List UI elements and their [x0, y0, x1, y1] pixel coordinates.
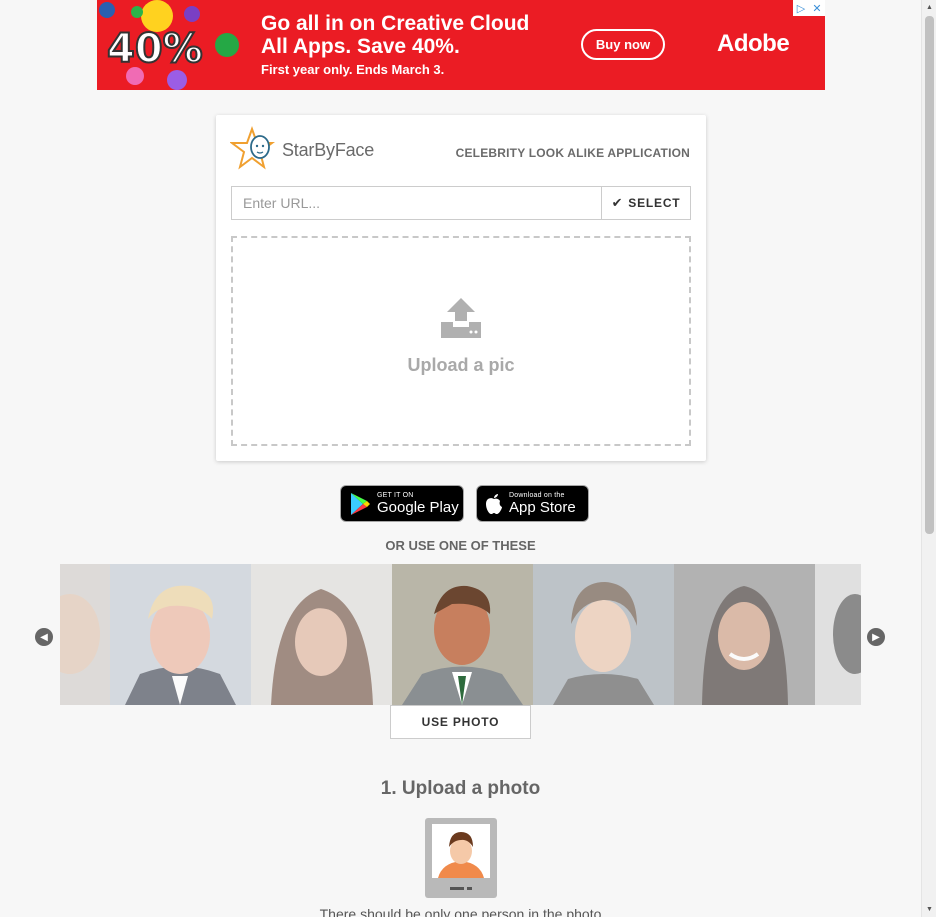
scroll-down-icon[interactable]: ▼: [922, 902, 936, 917]
svg-text:40%: 40%: [107, 26, 203, 72]
upload-label: Upload a pic: [407, 355, 515, 375]
ad-controls: ▷ ✕: [793, 0, 825, 16]
sample-photo[interactable]: [815, 564, 861, 705]
chevron-right-icon[interactable]: ▶: [867, 628, 885, 646]
logo-text: StarByFace: [282, 139, 375, 160]
sample-photo[interactable]: [251, 564, 392, 705]
select-button[interactable]: ✔ SELECT: [601, 186, 691, 220]
sample-photo[interactable]: [60, 564, 110, 705]
ad-subline: First year only. Ends March 3.: [261, 62, 445, 77]
adchoices-icon[interactable]: ▷: [793, 0, 809, 16]
close-icon[interactable]: ✕: [809, 0, 825, 16]
sample-photo-carousel: [60, 564, 861, 705]
sample-photo[interactable]: [533, 564, 674, 705]
ad-artwork: 40%: [99, 0, 239, 90]
step1-description: There should be only one person in the p…: [319, 906, 602, 917]
ad-headline: Go all in on Creative Cloud All Apps. Sa…: [261, 12, 530, 58]
ad-buy-now-button[interactable]: Buy now: [581, 29, 665, 60]
site-logo[interactable]: StarByFace: [230, 125, 374, 175]
use-photo-button[interactable]: USE PHOTO: [390, 705, 531, 739]
upload-card: StarByFace CELEBRITY LOOK ALIKE APPLICAT…: [216, 115, 706, 461]
id-photo-icon: [425, 818, 497, 898]
ad-banner[interactable]: 40% Go all in on Creative Cloud All Apps…: [97, 0, 825, 90]
sample-photo[interactable]: [674, 564, 815, 705]
carousel-heading: OR USE ONE OF THESE: [385, 538, 536, 553]
scroll-up-icon[interactable]: ▲: [922, 0, 936, 15]
upload-dropzone[interactable]: Upload a pic: [231, 236, 691, 446]
sample-photo-selected[interactable]: [392, 564, 533, 705]
sample-photo[interactable]: [110, 564, 251, 705]
page-scrollbar[interactable]: ▲ ▼: [921, 0, 936, 917]
check-icon: ✔: [611, 195, 624, 210]
google-play-icon: [351, 492, 370, 515]
ad-brand-logo: Adobe: [717, 30, 790, 57]
app-store-badge[interactable]: Download on the App Store: [476, 485, 589, 522]
app-tagline: CELEBRITY LOOK ALIKE APPLICATION: [455, 146, 690, 160]
step1-title: 1. Upload a photo: [380, 778, 541, 799]
upload-icon: [441, 298, 481, 338]
star-face-logo-icon: [230, 126, 275, 170]
url-input[interactable]: [231, 186, 602, 220]
google-play-badge[interactable]: GET IT ON Google Play: [340, 485, 464, 522]
scrollbar-thumb[interactable]: [925, 16, 934, 534]
chevron-left-icon[interactable]: ◀: [35, 628, 53, 646]
apple-icon: [486, 493, 502, 514]
